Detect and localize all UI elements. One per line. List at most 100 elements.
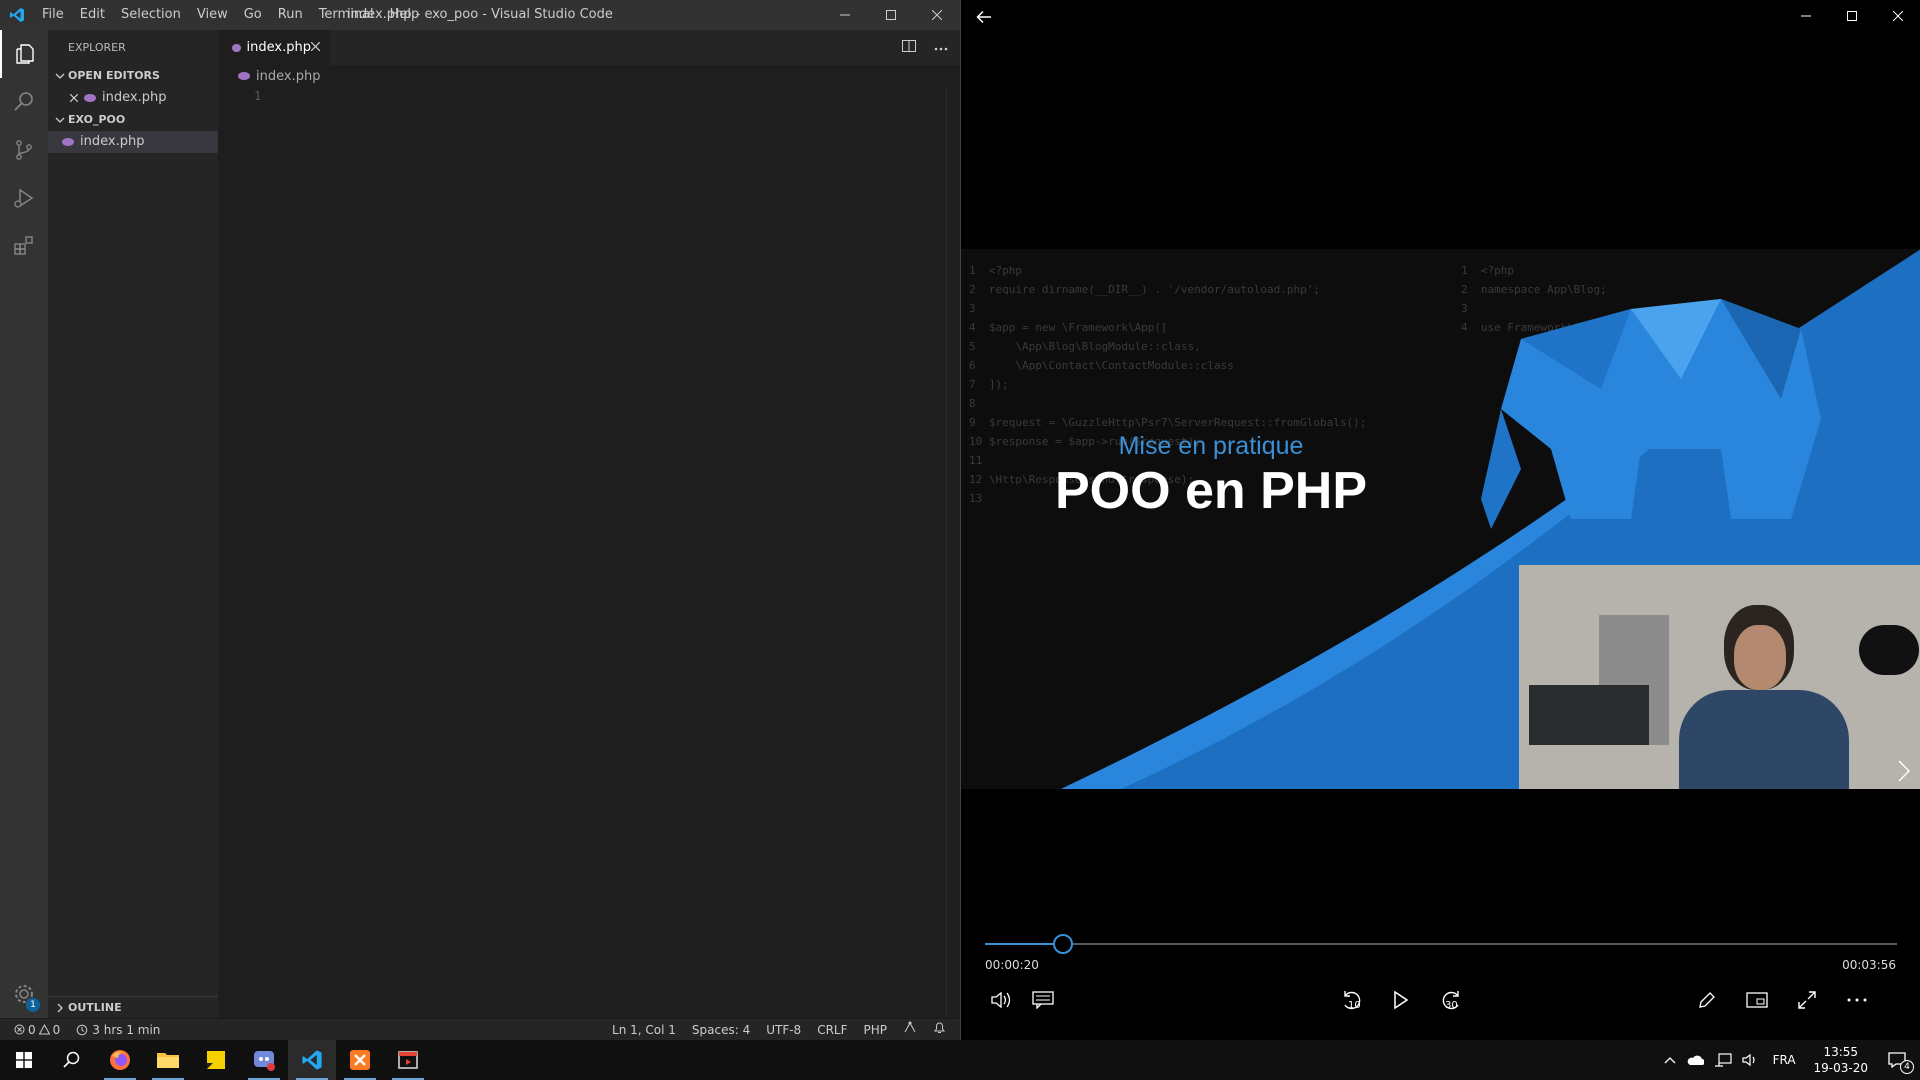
video-title: POO en PHP [1054, 462, 1368, 520]
breadcrumb[interactable]: index.php [218, 65, 960, 87]
line-ending[interactable]: CRLF [809, 1019, 855, 1041]
language-mode[interactable]: PHP [856, 1019, 896, 1041]
file-tree-item[interactable]: index.php [48, 131, 218, 153]
fullscreen-icon[interactable] [1787, 982, 1827, 1018]
webcam-person [1679, 605, 1849, 789]
editor-scrollbar[interactable] [946, 87, 960, 1018]
menu-edit[interactable]: Edit [72, 0, 113, 30]
action-center-icon[interactable]: 4 [1876, 1040, 1920, 1080]
split-editor-icon[interactable] [902, 39, 916, 57]
player-title-bar [961, 0, 1920, 32]
skip-forward-seconds: 30 [1445, 1000, 1458, 1011]
window-controls [822, 0, 960, 30]
vscode-logo-icon[interactable] [0, 0, 34, 30]
error-icon [14, 1024, 25, 1035]
mini-view-icon[interactable] [1737, 982, 1777, 1018]
menu-file[interactable]: File [34, 0, 72, 30]
vscode-window: File Edit Selection View Go Run Terminal… [0, 0, 960, 1040]
encoding[interactable]: UTF-8 [758, 1019, 809, 1041]
close-editor-icon[interactable] [66, 94, 82, 102]
maximize-icon[interactable] [868, 0, 914, 30]
menu-selection[interactable]: Selection [113, 0, 189, 30]
onedrive-cloud-icon[interactable] [1681, 1040, 1709, 1080]
subtitles-icon[interactable] [1023, 982, 1063, 1018]
speaker-icon[interactable] [1737, 1040, 1763, 1080]
video-frame[interactable]: 1 <?php 2 require dirname(__DIR__) . '/v… [961, 249, 1920, 789]
skip-back-button[interactable]: 10 [1332, 982, 1372, 1018]
source-control-icon[interactable] [0, 126, 48, 174]
open-editors-label: OPEN EDITORS [68, 69, 160, 82]
chevron-right-icon[interactable] [1893, 755, 1915, 787]
search-icon[interactable] [0, 78, 48, 126]
system-tray: FRA 13:55 19-03-20 4 [1659, 1040, 1920, 1080]
more-options-icon[interactable] [1837, 982, 1877, 1018]
menu-help[interactable]: Help [382, 0, 428, 30]
cursor-position[interactable]: Ln 1, Col 1 [604, 1019, 684, 1041]
extensions-icon[interactable] [0, 222, 48, 270]
search-icon[interactable] [48, 1040, 96, 1080]
php-file-icon [62, 138, 74, 146]
close-tab-icon[interactable] [310, 40, 321, 55]
chevron-down-icon [55, 117, 65, 123]
folder-section[interactable]: EXO_POO [48, 109, 218, 131]
clock-time: 13:55 [1823, 1045, 1859, 1059]
menu-terminal[interactable]: Terminal [311, 0, 382, 30]
time-tracker-label: 3 hrs 1 min [92, 1022, 161, 1037]
menu-view[interactable]: View [189, 0, 236, 30]
sticky-notes-icon[interactable] [192, 1040, 240, 1080]
notification-count-badge: 4 [1900, 1060, 1914, 1074]
indentation[interactable]: Spaces: 4 [684, 1019, 758, 1041]
warning-icon [38, 1024, 50, 1035]
minimize-icon[interactable] [822, 0, 868, 30]
seek-bar[interactable] [985, 934, 1897, 954]
breadcrumb-file[interactable]: index.php [256, 69, 320, 84]
firefox-icon[interactable] [96, 1040, 144, 1080]
start-windows-icon[interactable] [0, 1040, 48, 1080]
outline-label: OUTLINE [68, 1001, 122, 1014]
input-language[interactable]: FRA [1763, 1040, 1806, 1080]
player-window-controls [1783, 0, 1920, 32]
chevron-down-icon [55, 73, 65, 79]
back-arrow-icon[interactable] [971, 4, 997, 30]
webcam-overlay [1519, 565, 1920, 789]
tray-chevron-up-icon[interactable] [1659, 1040, 1681, 1080]
outline-section[interactable]: OUTLINE [48, 996, 218, 1018]
tab-index-php[interactable]: index.php [218, 30, 330, 65]
movies-tv-icon[interactable] [384, 1040, 432, 1080]
file-explorer-icon[interactable] [144, 1040, 192, 1080]
network-icon[interactable] [1709, 1040, 1737, 1080]
settings-gear-icon[interactable]: 1 [0, 970, 48, 1018]
windows-taskbar: FRA 13:55 19-03-20 4 [0, 1040, 1920, 1080]
notification-bell-icon[interactable] [925, 1019, 960, 1041]
open-editor-item[interactable]: index.php [48, 87, 218, 109]
folder-label: EXO_POO [68, 113, 126, 126]
close-icon[interactable] [914, 0, 960, 30]
code-editor[interactable]: 1 [218, 87, 960, 106]
open-editors-section[interactable]: OPEN EDITORS [48, 65, 218, 87]
more-actions-icon[interactable] [934, 40, 948, 55]
skip-forward-button[interactable]: 30 [1431, 982, 1471, 1018]
maximize-icon[interactable] [1829, 0, 1875, 32]
menu-bar: File Edit Selection View Go Run Terminal… [34, 0, 427, 30]
vscode-taskbar-icon[interactable] [288, 1040, 336, 1080]
discord-icon[interactable] [240, 1040, 288, 1080]
menu-run[interactable]: Run [270, 0, 311, 30]
minimize-icon[interactable] [1783, 0, 1829, 32]
feedback-icon[interactable] [895, 1019, 925, 1041]
play-icon[interactable] [1381, 982, 1421, 1018]
problems-indicator[interactable]: 0 0 [0, 1019, 68, 1041]
history-icon [76, 1024, 88, 1035]
seek-thumb[interactable] [1052, 934, 1073, 954]
time-tracker[interactable]: 3 hrs 1 min [68, 1019, 168, 1041]
clock[interactable]: 13:55 19-03-20 [1806, 1044, 1876, 1076]
explorer-sidebar: EXPLORER OPEN EDITORS index.php EXO_POO … [48, 30, 218, 1018]
status-bar: 0 0 3 hrs 1 min Ln 1, Col 1 Spaces: 4 UT… [0, 1018, 960, 1040]
run-debug-icon[interactable] [0, 174, 48, 222]
tab-label: index.php [246, 40, 311, 55]
explorer-icon[interactable] [0, 30, 48, 78]
close-icon[interactable] [1875, 0, 1920, 32]
menu-go[interactable]: Go [236, 0, 270, 30]
volume-icon[interactable] [981, 982, 1021, 1018]
edit-pencil-icon[interactable] [1687, 982, 1727, 1018]
xampp-icon[interactable] [336, 1040, 384, 1080]
